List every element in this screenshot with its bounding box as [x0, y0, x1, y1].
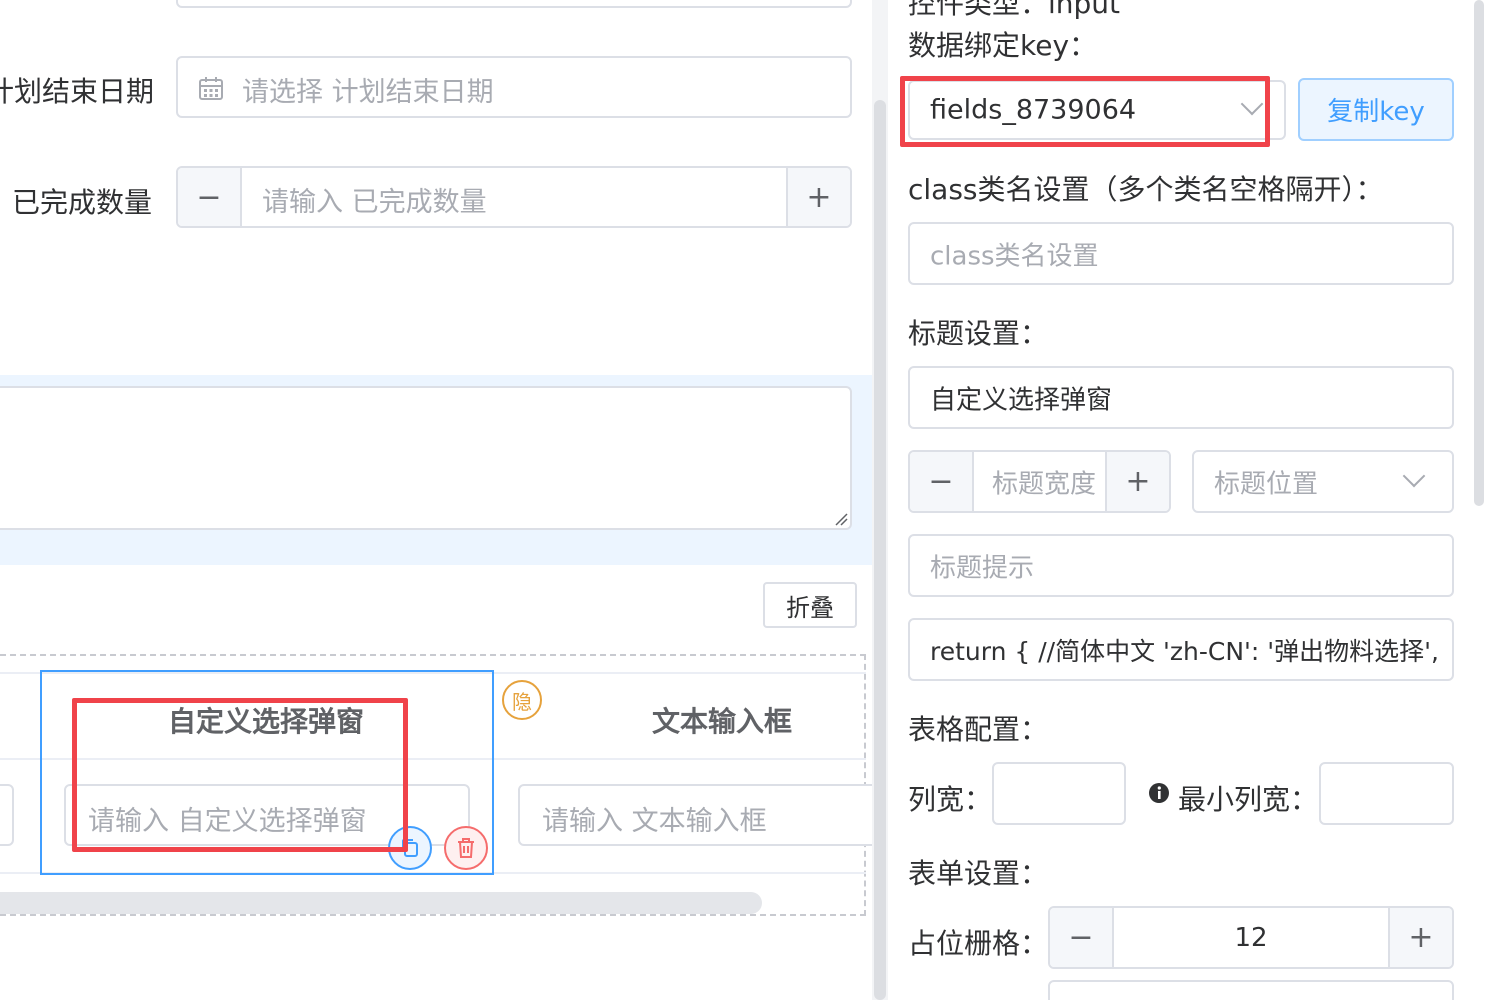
i18n-title-input[interactable]: return { //简体中文 'zh-CN': '弹出物料选择',	[908, 618, 1454, 681]
canvas-scrollbar[interactable]	[874, 100, 886, 1000]
form-settings-label: 表单设置：	[908, 857, 1049, 890]
title-settings-label: 标题设置：	[908, 317, 1049, 350]
data-key-select[interactable]: fields_8739064	[908, 80, 1286, 140]
table-config-label: 表格配置：	[908, 713, 1049, 746]
collapse-button-label: 折叠	[786, 593, 834, 622]
class-name-placeholder: class类名设置	[930, 241, 1099, 271]
hidden-badge-label: 隐	[512, 689, 532, 714]
plan-end-date-placeholder: 请选择 计划结束日期	[242, 77, 494, 108]
title-width-field[interactable]: 标题宽度	[974, 452, 1104, 511]
delete-column-button[interactable]	[444, 826, 488, 870]
grid-span-stepper[interactable]: − 12 +	[1048, 906, 1454, 969]
copy-key-button[interactable]: 复制key	[1298, 78, 1454, 141]
class-name-input[interactable]: class类名设置	[908, 222, 1454, 285]
grid-span-label: 占位栅格：	[908, 927, 1049, 960]
plan-end-date-label: 计划结束日期	[0, 75, 155, 108]
data-key-value: fields_8739064	[930, 94, 1137, 126]
minus-icon: −	[928, 464, 954, 499]
col2-input[interactable]: 请输入 文本输入框	[518, 784, 872, 846]
i18n-title-value: return { //简体中文 'zh-CN': '弹出物料选择',	[930, 636, 1439, 666]
class-name-label: class类名设置（多个类名空格隔开）：	[908, 173, 1384, 206]
chevron-down-icon	[1240, 92, 1264, 116]
minus-icon: −	[196, 179, 222, 215]
copy-icon	[402, 839, 418, 857]
col1-placeholder: 请输入 自定义选择弹窗	[88, 806, 367, 837]
increment-button[interactable]: +	[786, 168, 850, 226]
info-icon[interactable]	[1148, 782, 1170, 804]
completed-qty-placeholder: 请输入 已完成数量	[262, 187, 487, 218]
top-partial-input[interactable]	[176, 0, 852, 8]
completed-qty-label: 已完成数量	[12, 186, 153, 219]
col2-header: 文本输入框	[652, 705, 793, 738]
plan-end-date-picker[interactable]: 请选择 计划结束日期	[176, 56, 852, 118]
min-column-width-input[interactable]	[1319, 762, 1454, 825]
chevron-down-icon	[1402, 464, 1426, 488]
col2-placeholder: 请输入 文本输入框	[542, 806, 767, 837]
column-width-label: 列宽：	[908, 783, 993, 816]
trash-icon	[458, 838, 474, 858]
title-input[interactable]: 自定义选择弹窗	[908, 366, 1454, 429]
copy-key-label: 复制key	[1327, 97, 1425, 127]
title-width-stepper[interactable]: − 标题宽度 +	[908, 450, 1171, 513]
column-width-input[interactable]	[992, 762, 1126, 825]
next-stepper-partial[interactable]	[1048, 980, 1454, 1000]
plus-icon: +	[1408, 920, 1434, 955]
collapse-button[interactable]: 折叠	[763, 582, 857, 628]
decrement-button[interactable]: −	[178, 168, 242, 226]
form-canvas: 计划结束日期 请选择 计划结束日期 已完成数量 − 请输入 已完成数量 + 折叠	[0, 0, 872, 1000]
title-position-placeholder: 标题位置	[1214, 469, 1319, 499]
title-value: 自定义选择弹窗	[930, 385, 1113, 415]
plus-icon: +	[1125, 464, 1151, 499]
calendar-icon	[199, 77, 223, 100]
title-width-placeholder: 标题宽度	[992, 469, 1097, 499]
title-width-decrement[interactable]: −	[910, 452, 974, 511]
completed-qty-stepper[interactable]: − 请输入 已完成数量 +	[176, 166, 852, 228]
title-width-increment[interactable]: +	[1105, 452, 1169, 511]
panel-scrollbar[interactable]	[1474, 0, 1484, 506]
table-horizontal-scrollbar[interactable]	[0, 892, 762, 914]
control-type-text: 控件类型：input	[908, 0, 1121, 20]
plus-icon: +	[806, 179, 832, 215]
grid-span-increment[interactable]: +	[1388, 908, 1452, 967]
property-panel: 控件类型：input 数据绑定key： fields_8739064 复制key…	[888, 0, 1486, 1000]
copy-column-button[interactable]	[388, 826, 432, 870]
col1-header: 自定义选择弹窗	[168, 705, 365, 738]
hidden-badge-icon[interactable]: 隐	[502, 680, 542, 720]
title-hint-input[interactable]: 标题提示	[908, 534, 1454, 597]
table-cell-input-partial[interactable]	[0, 784, 14, 846]
title-hint-placeholder: 标题提示	[930, 553, 1035, 583]
title-position-select[interactable]: 标题位置	[1192, 450, 1454, 513]
data-key-label: 数据绑定key：	[908, 29, 1098, 62]
textarea-field[interactable]	[0, 386, 852, 530]
resize-handle-icon	[835, 513, 848, 526]
min-column-width-label: 最小列宽：	[1178, 783, 1319, 816]
